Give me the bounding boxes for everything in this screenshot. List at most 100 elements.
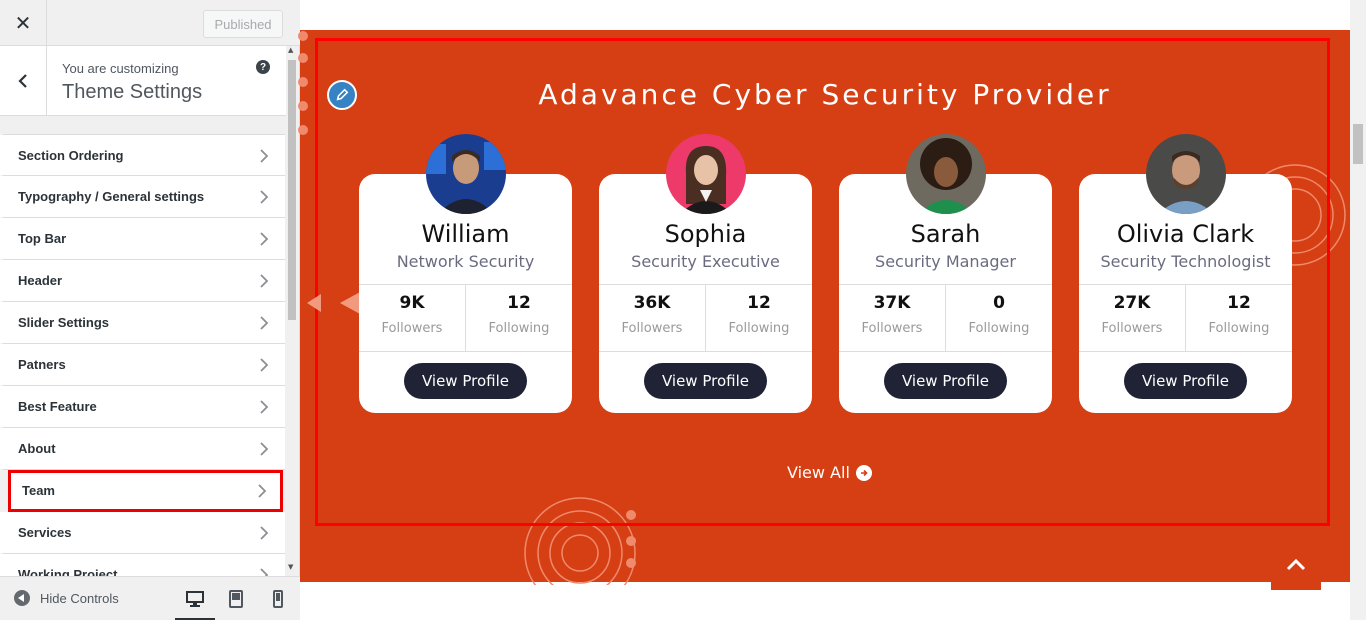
chevron-right-icon [260,568,269,576]
chevron-right-icon [260,442,269,456]
member-photo [906,134,986,214]
avatar [666,134,746,214]
back-button[interactable] [0,46,47,116]
following-stat: 0 Following [945,285,1052,351]
sidebar-item-label: Services [18,525,72,540]
following-stat: 12 Following [705,285,812,351]
prev-arrow-icon[interactable] [307,294,321,312]
preview-scroll-thumb[interactable] [1353,124,1363,164]
avatar [1146,134,1226,214]
mobile-icon [273,590,283,608]
member-stats: 9K Followers 12 Following [359,284,572,352]
member-photo [666,134,746,214]
chevron-right-icon [260,274,269,288]
sidebar-item-working-project[interactable]: Working Project [0,554,285,576]
customizing-label: You are customizing [62,61,179,76]
view-profile-button[interactable]: View Profile [404,363,527,399]
collapse-icon [14,590,30,606]
help-icon[interactable]: ? [256,60,270,74]
sidebar-item-label: Top Bar [18,231,67,246]
hide-controls-label: Hide Controls [40,590,119,606]
view-profile-button[interactable]: View Profile [1124,363,1247,399]
desktop-icon [186,591,204,607]
sidebar-top-bar: ✕ Published [0,0,300,46]
tablet-preview-button[interactable] [226,589,246,609]
carousel-prev-button[interactable] [340,292,360,314]
sidebar-item-typography[interactable]: Typography / General settings [0,176,285,218]
customizer-sidebar: ✕ Published You are customizing Theme Se… [0,0,300,620]
sidebar-footer: Hide Controls [0,576,300,620]
followers-count: 27K [1113,293,1151,313]
following-count: 0 [993,293,1005,313]
sidebar-scroll-thumb[interactable] [288,60,296,320]
close-icon: ✕ [14,10,32,35]
sidebar-item-about[interactable]: About [0,428,285,470]
sidebar-item-patners[interactable]: Patners [0,344,285,386]
published-button[interactable]: Published [203,10,283,38]
scroll-to-top-button[interactable] [1271,540,1321,590]
member-role: Security Manager [875,252,1016,271]
sidebar-item-label: Typography / General settings [18,189,205,204]
chevron-right-icon [260,526,269,540]
sidebar-item-label: Patners [18,357,66,372]
member-stats: 37K Followers 0 Following [839,284,1052,352]
desktop-preview-button[interactable] [175,589,215,620]
following-count: 12 [507,293,531,313]
member-name: Sophia [664,220,747,248]
chevron-right-icon [260,400,269,414]
close-customizer-button[interactable]: ✕ [0,0,47,45]
member-photo [426,134,506,214]
chevron-right-icon [260,316,269,330]
followers-stat: 37K Followers [839,285,945,351]
sidebar-item-label: Best Feature [18,399,97,414]
sidebar-item-services[interactable]: Services [0,512,285,554]
followers-stat: 27K Followers [1079,285,1185,351]
sidebar-item-section-ordering[interactable]: Section Ordering [0,134,285,176]
sidebar-item-label: Section Ordering [18,147,124,163]
chevron-right-icon [260,190,269,204]
panel-header: You are customizing Theme Settings ? [0,46,286,116]
sidebar-item-label: About [18,441,56,456]
followers-label: Followers [861,321,923,336]
scroll-down-arrow-icon[interactable]: ▼ [288,563,293,571]
chevron-right-icon [258,484,267,498]
member-photo [1146,134,1226,214]
sidebar-item-best-feature[interactable]: Best Feature [0,386,285,428]
sidebar-item-team[interactable]: Team [8,470,283,512]
panel-title: Theme Settings [62,81,203,103]
chevron-up-icon [1286,558,1306,571]
chevron-left-icon [18,74,27,88]
view-profile-button[interactable]: View Profile [644,363,767,399]
sidebar-item-slider-settings[interactable]: Slider Settings [0,302,285,344]
section-title: Adavance Cyber Security Provider [538,78,1112,111]
sidebar-item-label: Slider Settings [18,315,110,330]
member-name: William [421,220,510,248]
view-profile-button[interactable]: View Profile [884,363,1007,399]
preview-scrollbar[interactable] [1350,0,1366,620]
member-stats: 36K Followers 12 Following [599,284,812,352]
chevron-right-icon [260,149,269,163]
followers-label: Followers [381,321,443,336]
following-count: 12 [1227,293,1251,313]
tablet-icon [229,590,243,608]
customizer-app: ✕ Published You are customizing Theme Se… [0,0,1366,620]
hide-controls-button[interactable]: Hide Controls [14,590,119,606]
mobile-preview-button[interactable] [268,589,288,609]
view-all-label: View All [787,463,850,482]
following-stat: 12 Following [465,285,572,351]
member-role: Security Executive [631,252,780,271]
member-name: Sarah [910,220,981,248]
sidebar-item-top-bar[interactable]: Top Bar [0,218,285,260]
following-stat: 12 Following [1185,285,1292,351]
scroll-up-arrow-icon[interactable]: ▲ [288,46,293,54]
followers-stat: 9K Followers [359,285,465,351]
member-role: Network Security [396,252,535,271]
followers-label: Followers [621,321,683,336]
following-label: Following [728,321,790,336]
view-all-link[interactable]: View All [787,463,872,482]
followers-label: Followers [1101,321,1163,336]
following-label: Following [1208,321,1270,336]
sidebar-item-label: Working Project [18,567,118,576]
followers-count: 36K [633,293,671,313]
sidebar-item-header[interactable]: Header [0,260,285,302]
